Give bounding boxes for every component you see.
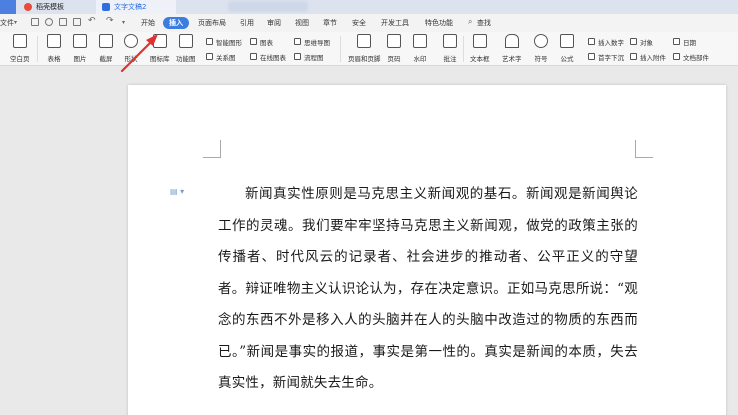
watermark-icon bbox=[413, 34, 427, 48]
symbol-button[interactable]: 符号 bbox=[534, 34, 548, 63]
number-icon bbox=[588, 38, 595, 45]
menu-security[interactable]: 安全 bbox=[352, 17, 366, 29]
wordart-icon bbox=[504, 34, 519, 48]
object-button[interactable]: 对象 bbox=[630, 36, 653, 47]
symbol-icon bbox=[534, 34, 548, 48]
menu-view[interactable]: 视图 bbox=[295, 17, 309, 29]
menu-page-layout[interactable]: 页面布局 bbox=[198, 17, 226, 29]
mindmap-button[interactable]: 思维导图 bbox=[294, 36, 330, 47]
preview-icon[interactable] bbox=[73, 18, 81, 26]
image-icon bbox=[73, 34, 87, 48]
screenshot-button[interactable]: 截屏 bbox=[99, 34, 113, 63]
chart-button[interactable]: 图表 bbox=[250, 36, 273, 47]
tab-document[interactable]: 文字文稿2 bbox=[96, 0, 176, 14]
watermark-button[interactable]: 水印 bbox=[413, 34, 427, 63]
page-number-button[interactable]: 页码 bbox=[387, 34, 401, 63]
doc-part-icon bbox=[673, 53, 680, 60]
chevron-down-icon[interactable]: ▾ bbox=[14, 19, 17, 26]
comment-button[interactable]: 批注 bbox=[443, 34, 457, 63]
date-icon bbox=[673, 38, 680, 45]
menu-review[interactable]: 审阅 bbox=[267, 17, 281, 29]
relation-chart-button[interactable]: 关系图 bbox=[206, 51, 236, 62]
table-button[interactable]: 表格 bbox=[47, 34, 61, 63]
redo-icon[interactable]: ↷ bbox=[106, 16, 114, 26]
date-button[interactable]: 日期 bbox=[673, 36, 696, 47]
image-button[interactable]: 图片 bbox=[73, 34, 87, 63]
menu-developer[interactable]: 开发工具 bbox=[381, 17, 409, 29]
docer-icon bbox=[24, 3, 32, 11]
relation-chart-icon bbox=[206, 53, 213, 60]
export-icon[interactable] bbox=[45, 18, 53, 26]
tab-bar: 稻壳模板 文字文稿2 bbox=[0, 0, 738, 14]
save-icon[interactable] bbox=[31, 18, 39, 26]
crop-mark-top-right bbox=[635, 140, 653, 158]
document-icon bbox=[102, 3, 110, 11]
menu-insert[interactable]: 插入 bbox=[163, 17, 189, 29]
menu-references[interactable]: 引用 bbox=[240, 17, 254, 29]
mindmap-icon bbox=[294, 38, 301, 45]
screenshot-icon bbox=[99, 34, 113, 48]
tab-label: 稻壳模板 bbox=[36, 3, 64, 11]
customize-icon[interactable]: ▾ bbox=[122, 19, 125, 26]
tab-label: 文字文稿2 bbox=[114, 3, 147, 11]
menu-find[interactable]: 查找 bbox=[477, 17, 491, 29]
insert-number-button[interactable]: 插入数字 bbox=[588, 36, 624, 47]
ribbon-toolbar: 空白页 表格 图片 截屏 形状 图标库 功能图 智能图形 关系图 图表 在线图表… bbox=[0, 32, 738, 66]
tab-docer-template[interactable]: 稻壳模板 bbox=[18, 0, 100, 14]
menu-chapter[interactable]: 章节 bbox=[323, 17, 337, 29]
attachment-icon bbox=[630, 53, 637, 60]
shape-icon bbox=[124, 34, 138, 48]
attachment-button[interactable]: 插入附件 bbox=[630, 51, 666, 62]
flowchart-button[interactable]: 流程图 bbox=[294, 51, 324, 62]
function-chart-button[interactable]: 功能图 bbox=[176, 34, 196, 63]
header-footer-button[interactable]: 页眉和页脚 bbox=[348, 34, 381, 63]
formula-button[interactable]: 公式 bbox=[560, 34, 574, 63]
formula-icon bbox=[560, 34, 574, 48]
shape-button[interactable]: 形状 bbox=[124, 34, 138, 63]
flowchart-icon bbox=[294, 53, 301, 60]
file-menu[interactable]: 文件 bbox=[0, 17, 14, 29]
menu-features[interactable]: 特色功能 bbox=[425, 17, 453, 29]
icon-library-button[interactable]: 图标库 bbox=[150, 34, 170, 63]
drop-cap-icon bbox=[588, 53, 595, 60]
smart-shape-button[interactable]: 智能图形 bbox=[206, 36, 242, 47]
document-area: ▤ ▾ 新闻真实性原则是马克思主义新闻观的基石。新闻观是新闻舆论工作的灵魂。我们… bbox=[0, 66, 738, 415]
drop-cap-button[interactable]: 首字下沉 bbox=[588, 51, 624, 62]
blurred-region bbox=[228, 1, 308, 12]
textbox-button[interactable]: 文本框 bbox=[470, 34, 490, 63]
blank-page-icon bbox=[12, 34, 27, 48]
online-chart-button[interactable]: 在线图表 bbox=[250, 51, 286, 62]
document-page[interactable]: ▤ ▾ 新闻真实性原则是马克思主义新闻观的基石。新闻观是新闻舆论工作的灵魂。我们… bbox=[128, 85, 726, 415]
header-footer-icon bbox=[357, 34, 372, 48]
function-chart-icon bbox=[178, 34, 193, 48]
table-icon bbox=[47, 34, 61, 48]
paragraph-handle-icon[interactable]: ▤ ▾ bbox=[170, 187, 184, 196]
icon-library-icon bbox=[152, 34, 167, 48]
comment-icon bbox=[443, 34, 457, 48]
online-chart-icon bbox=[250, 53, 257, 60]
menu-bar: 文件 ▾ ↶ ↷ ▾ 开始 插入 页面布局 引用 审阅 视图 章节 安全 开发工… bbox=[0, 14, 738, 32]
document-paragraph[interactable]: 新闻真实性原则是马克思主义新闻观的基石。新闻观是新闻舆论工作的灵魂。我们要牢牢坚… bbox=[218, 179, 638, 400]
home-tab[interactable] bbox=[0, 0, 16, 14]
doc-part-button[interactable]: 文档部件 bbox=[673, 51, 709, 62]
textbox-icon bbox=[472, 34, 487, 48]
object-icon bbox=[630, 38, 637, 45]
print-icon[interactable] bbox=[59, 18, 67, 26]
blank-page-button[interactable]: 空白页 bbox=[10, 34, 30, 63]
smart-shape-icon bbox=[206, 38, 213, 45]
menu-start[interactable]: 开始 bbox=[141, 17, 155, 29]
page-number-icon bbox=[387, 34, 401, 48]
undo-icon[interactable]: ↶ bbox=[88, 16, 96, 26]
crop-mark-top-left bbox=[203, 140, 221, 158]
search-icon[interactable]: ⌕ bbox=[468, 17, 472, 27]
chart-icon bbox=[250, 38, 257, 45]
wordart-button[interactable]: 艺术字 bbox=[502, 34, 522, 63]
